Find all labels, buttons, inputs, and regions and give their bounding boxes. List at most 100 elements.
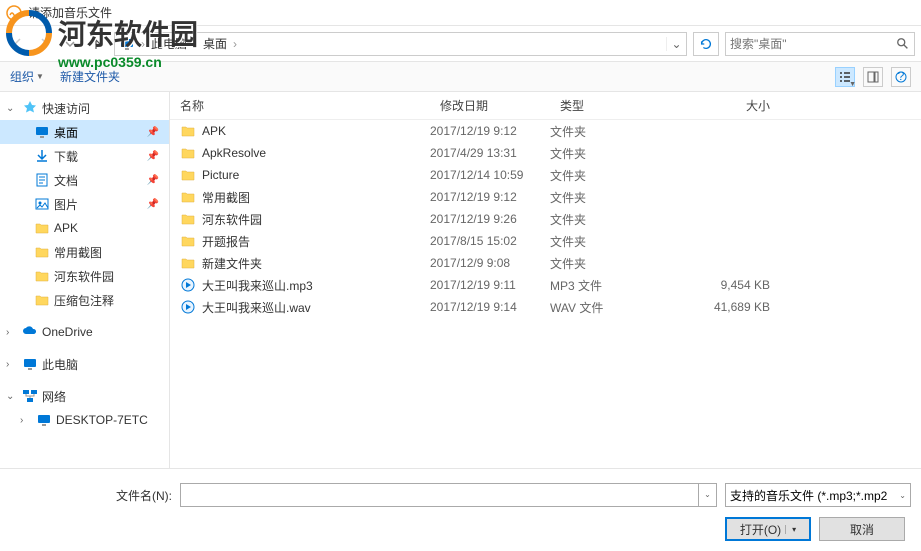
pin-icon: 📌 (147, 151, 159, 162)
breadcrumb-separator: › (191, 37, 199, 51)
file-type: 文件夹 (550, 123, 670, 140)
caret-right-icon: › (20, 415, 32, 426)
breadcrumb-dropdown[interactable]: ⌄ (666, 37, 686, 51)
file-row[interactable]: 大王叫我来巡山.wav2017/12/19 9:14WAV 文件41,689 K… (170, 296, 921, 318)
app-icon (6, 5, 22, 21)
file-name: 常用截图 (202, 189, 430, 206)
breadcrumb-separator: › (231, 37, 239, 51)
caret-right-icon: › (6, 327, 18, 338)
pic-icon (34, 196, 50, 212)
file-row[interactable]: Picture2017/12/14 10:59文件夹 (170, 164, 921, 186)
sidebar-network[interactable]: ⌄ 网络 (0, 384, 169, 408)
sidebar-item-0[interactable]: 桌面 📌 (0, 120, 169, 144)
sidebar-item-label: 常用截图 (54, 244, 102, 261)
search-box[interactable] (725, 32, 915, 56)
folder-icon (180, 145, 196, 161)
file-row[interactable]: ApkResolve2017/4/29 13:31文件夹 (170, 142, 921, 164)
folder-icon (180, 255, 196, 271)
navbar: › 此电脑 › 桌面 › ⌄ (0, 26, 921, 62)
folder-icon (34, 244, 50, 260)
file-row[interactable]: 大王叫我来巡山.mp32017/12/19 9:11MP3 文件9,454 KB (170, 274, 921, 296)
cancel-label: 取消 (850, 521, 874, 538)
file-name: 开题报告 (202, 233, 430, 250)
filename-input[interactable] (180, 483, 699, 507)
file-name: 大王叫我来巡山.mp3 (202, 277, 430, 294)
search-input[interactable] (730, 37, 896, 51)
pin-icon: 📌 (147, 175, 159, 186)
file-type: 文件夹 (550, 211, 670, 228)
filetype-filter[interactable]: 支持的音乐文件 (*.mp3;*.mp2 ⌄ (725, 483, 911, 507)
arrow-left-icon (10, 36, 26, 52)
file-row[interactable]: 常用截图2017/12/19 9:12文件夹 (170, 186, 921, 208)
organize-button[interactable]: 组织 ▼ (10, 68, 44, 85)
file-type: 文件夹 (550, 189, 670, 206)
file-name: ApkResolve (202, 146, 430, 160)
open-label: 打开(O) (740, 521, 781, 538)
sidebar-item-label: 文档 (54, 172, 78, 189)
open-button[interactable]: 打开(O) ▾ (725, 517, 811, 541)
filter-label: 支持的音乐文件 (*.mp3;*.mp2 (730, 487, 887, 504)
titlebar: 请添加音乐文件 (0, 0, 921, 26)
column-headers: 名称 修改日期 类型 大小 (170, 92, 921, 120)
filename-dropdown[interactable]: ⌄ (699, 483, 717, 507)
sidebar-item-1[interactable]: 下载 📌 (0, 144, 169, 168)
sidebar-item-2[interactable]: 文档 📌 (0, 168, 169, 192)
cancel-button[interactable]: 取消 (819, 517, 905, 541)
help-button[interactable]: ? (891, 67, 911, 87)
sidebar-onedrive[interactable]: › OneDrive (0, 320, 169, 344)
folder-icon (180, 211, 196, 227)
sidebar-item-label: 桌面 (54, 124, 78, 141)
help-icon: ? (895, 71, 907, 83)
file-name: 新建文件夹 (202, 255, 430, 272)
sidebar-item-label: 下载 (54, 148, 78, 165)
sidebar-network-pc[interactable]: › DESKTOP-7ETC (0, 408, 169, 432)
nav-history-button[interactable] (58, 32, 82, 56)
file-size: 41,689 KB (670, 300, 800, 314)
breadcrumb-desktop[interactable]: 桌面 (199, 35, 231, 52)
breadcrumb[interactable]: › 此电脑 › 桌面 › ⌄ (114, 32, 687, 56)
file-row[interactable]: 开题报告2017/8/15 15:02文件夹 (170, 230, 921, 252)
file-size: 9,454 KB (670, 278, 800, 292)
sidebar-item-5[interactable]: 常用截图 (0, 240, 169, 264)
file-date: 2017/8/15 15:02 (430, 234, 550, 248)
sidebar-item-6[interactable]: 河东软件园 (0, 264, 169, 288)
sidebar-label: 快速访问 (42, 100, 90, 117)
file-row[interactable]: 新建文件夹2017/12/9 9:08文件夹 (170, 252, 921, 274)
breadcrumb-separator: › (139, 37, 147, 51)
folder-icon (180, 167, 196, 183)
file-date: 2017/12/19 9:26 (430, 212, 550, 226)
pin-icon: 📌 (147, 127, 159, 138)
folder-icon (34, 292, 50, 308)
breadcrumb-thispc[interactable]: 此电脑 (147, 35, 191, 52)
new-folder-label: 新建文件夹 (60, 68, 120, 85)
view-preview-button[interactable] (863, 67, 883, 87)
file-name: Picture (202, 168, 430, 182)
nav-up-button[interactable] (84, 32, 108, 56)
column-type[interactable]: 类型 (550, 97, 670, 114)
file-type: 文件夹 (550, 233, 670, 250)
network-icon (22, 388, 38, 404)
sidebar-label: OneDrive (42, 325, 93, 339)
file-row[interactable]: APK2017/12/19 9:12文件夹 (170, 120, 921, 142)
file-row[interactable]: 河东软件园2017/12/19 9:26文件夹 (170, 208, 921, 230)
new-folder-button[interactable]: 新建文件夹 (60, 68, 120, 85)
sidebar-item-4[interactable]: APK (0, 216, 169, 240)
bottom-bar: 文件名(N): ⌄ 支持的音乐文件 (*.mp3;*.mp2 ⌄ 打开(O) ▾… (0, 468, 921, 551)
sidebar-quick-access[interactable]: ⌄ 快速访问 (0, 96, 169, 120)
view-details-button[interactable]: ▼ (835, 67, 855, 87)
sidebar-thispc[interactable]: › 此电脑 (0, 352, 169, 376)
sidebar-item-3[interactable]: 图片📌 (0, 192, 169, 216)
file-type: WAV 文件 (550, 299, 670, 316)
file-name: APK (202, 124, 430, 138)
folder-icon (34, 220, 50, 236)
column-date[interactable]: 修改日期 (430, 97, 550, 114)
column-name[interactable]: 名称 (170, 97, 430, 114)
nav-back-button[interactable] (6, 32, 30, 56)
caret-down-icon: ▼ (36, 72, 44, 81)
preview-icon (867, 71, 879, 83)
column-size[interactable]: 大小 (670, 97, 800, 114)
nav-forward-button[interactable] (32, 32, 56, 56)
sidebar-item-7[interactable]: 压缩包注释 (0, 288, 169, 312)
file-date: 2017/12/19 9:11 (430, 278, 550, 292)
refresh-button[interactable] (693, 32, 719, 56)
